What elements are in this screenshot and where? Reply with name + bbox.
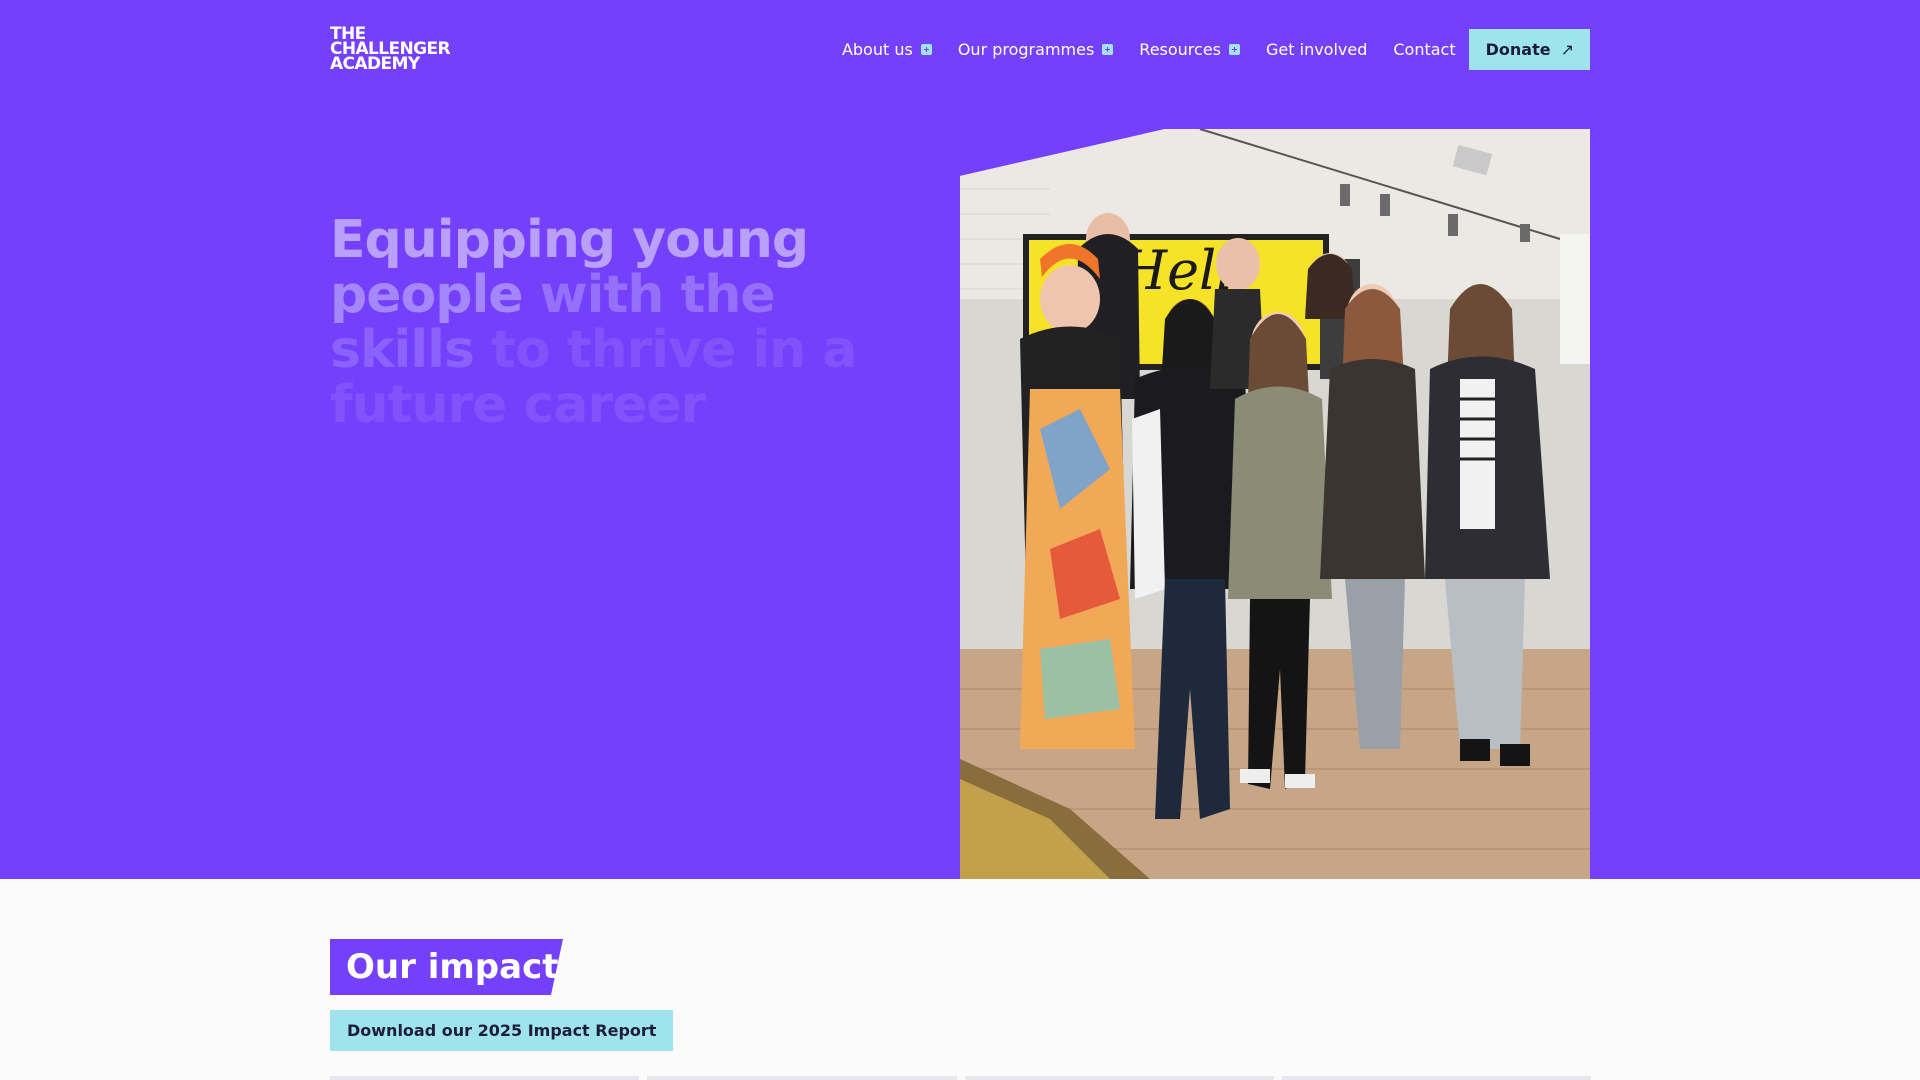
plus-icon <box>1102 44 1114 55</box>
nav-item-label: Our programmes <box>957 40 1095 59</box>
donate-label: Donate <box>1485 40 1551 59</box>
nav-item-contact[interactable]: Contact <box>1393 40 1455 59</box>
headline-part: career <box>523 375 707 435</box>
impact-heading: Our impact <box>346 947 559 987</box>
impact-card[interactable] <box>964 1076 1274 1080</box>
impact-cards-row <box>330 1076 1591 1080</box>
main-nav: About us Our programmes Resources Get in… <box>842 29 1590 70</box>
nav-item-our-programmes[interactable]: Our programmes <box>957 40 1114 59</box>
headline-part: Equipping young <box>330 210 809 270</box>
donate-button[interactable]: Donate ↗ <box>1468 29 1590 70</box>
hero-headline: Equipping young people with the skills t… <box>330 213 910 433</box>
plus-icon <box>1229 44 1241 55</box>
nav-item-label: Resources <box>1139 40 1222 59</box>
nav-item-label: Contact <box>1393 40 1456 59</box>
nav-item-get-involved[interactable]: Get involved <box>1266 40 1367 59</box>
nav-item-resources[interactable]: Resources <box>1139 40 1241 59</box>
logo-line-3: ACADEMY <box>330 54 420 74</box>
headline-part: skills <box>330 320 475 380</box>
nav-item-label: Get involved <box>1266 40 1368 59</box>
nav-item-label: About us <box>841 40 913 59</box>
site-logo[interactable]: THE CHALLENGER ACADEMY <box>330 26 451 74</box>
hero-section: THE CHALLENGER ACADEMY About us Our prog… <box>0 0 1920 879</box>
impact-card[interactable] <box>1281 1076 1591 1080</box>
plus-icon <box>920 44 932 55</box>
download-impact-report-button[interactable]: Download our 2025 Impact Report <box>330 1010 674 1051</box>
impact-card[interactable] <box>647 1076 957 1080</box>
headline-part: with the <box>539 265 776 325</box>
impact-card[interactable] <box>330 1076 640 1080</box>
hero-photo: Hell <box>960 129 1590 879</box>
headline-part: people <box>330 265 524 325</box>
impact-title: Our impact <box>330 939 563 995</box>
arrow-up-right-icon: ↗ <box>1560 40 1574 59</box>
nav-item-about-us[interactable]: About us <box>842 40 932 59</box>
